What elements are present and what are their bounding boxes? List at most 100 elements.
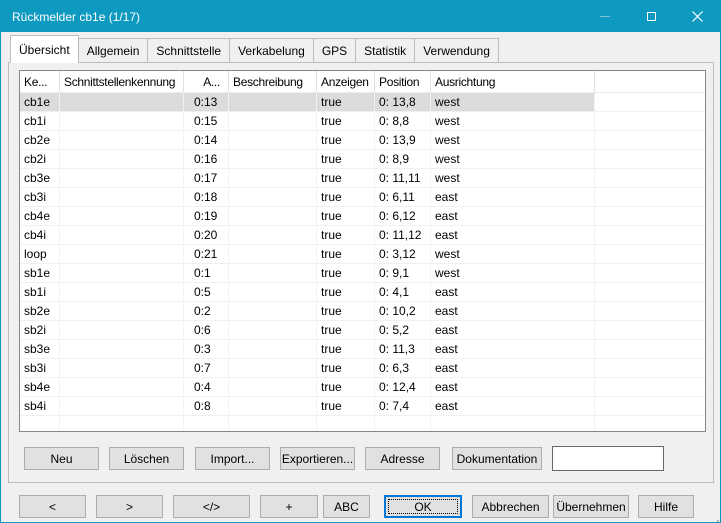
cell-description <box>229 359 317 377</box>
ok-button[interactable]: OK <box>384 495 462 518</box>
cell-interface <box>60 245 184 263</box>
table-row[interactable]: cb2i0:16true0: 8,9west <box>20 150 705 169</box>
table-row[interactable]: sb2e0:2true0: 10,2east <box>20 302 705 321</box>
tab-label: Statistik <box>364 44 406 58</box>
cell-address: 0:14 <box>184 131 229 149</box>
loeschen-button[interactable]: Löschen <box>109 447 184 470</box>
next-button[interactable]: > <box>96 495 163 518</box>
tab-uebersicht[interactable]: Übersicht <box>10 35 79 63</box>
tab-verwendung[interactable]: Verwendung <box>414 38 499 63</box>
cell-position <box>375 416 431 432</box>
tab-allgemein[interactable]: Allgemein <box>78 38 149 63</box>
cell-name: sb2e <box>20 302 60 320</box>
dokumentation-button[interactable]: Dokumentation <box>452 447 542 470</box>
table-row-empty <box>20 416 705 432</box>
cell-address: 0:13 <box>184 93 229 111</box>
table-row[interactable]: cb4e0:19true0: 6,12east <box>20 207 705 226</box>
cell-name: sb1i <box>20 283 60 301</box>
table-row[interactable]: sb1i0:5true0: 4,1east <box>20 283 705 302</box>
table-row[interactable]: sb3i0:7true0: 6,3east <box>20 359 705 378</box>
column-header-description[interactable]: Beschreibung <box>229 71 317 92</box>
cell-show: true <box>317 321 375 339</box>
cell-interface <box>60 321 184 339</box>
tab-schnittstelle[interactable]: Schnittstelle <box>147 38 230 63</box>
table-row[interactable]: sb3e0:3true0: 11,3east <box>20 340 705 359</box>
cell-position: 0: 6,12 <box>375 207 431 225</box>
close-button[interactable] <box>674 1 720 32</box>
table-row[interactable]: sb4e0:4true0: 12,4east <box>20 378 705 397</box>
cell-position: 0: 4,1 <box>375 283 431 301</box>
column-header-orientation[interactable]: Ausrichtung <box>431 71 595 92</box>
cell-address: 0:16 <box>184 150 229 168</box>
cell-filler <box>595 93 705 111</box>
tab-gps[interactable]: GPS <box>313 38 356 63</box>
maximize-button[interactable] <box>628 1 674 32</box>
adresse-button[interactable]: Adresse <box>365 447 440 470</box>
xml-code-button[interactable]: </> <box>173 495 250 518</box>
cell-orientation: east <box>431 397 595 415</box>
import-button[interactable]: Import... <box>195 447 270 470</box>
cell-show: true <box>317 169 375 187</box>
cell-interface <box>60 416 184 432</box>
cell-interface <box>60 340 184 358</box>
column-header-name[interactable]: Ke... <box>20 71 60 92</box>
table-row[interactable]: cb3e0:17true0: 11,11west <box>20 169 705 188</box>
cell-orientation: west <box>431 131 595 149</box>
table-row[interactable]: cb2e0:14true0: 13,9west <box>20 131 705 150</box>
cell-address: 0:8 <box>184 397 229 415</box>
table-row[interactable]: sb1e0:1true0: 9,1west <box>20 264 705 283</box>
tab-label: Schnittstelle <box>156 44 221 58</box>
cell-address: 0:18 <box>184 188 229 206</box>
cell-filler <box>595 397 705 415</box>
cell-name: cb2i <box>20 150 60 168</box>
cell-orientation: east <box>431 188 595 206</box>
table-row[interactable]: cb4i0:20true0: 11,12east <box>20 226 705 245</box>
cell-interface <box>60 93 184 111</box>
cell-interface <box>60 359 184 377</box>
cell-name: sb4i <box>20 397 60 415</box>
cell-interface <box>60 207 184 225</box>
exportieren-button[interactable]: Exportieren... <box>280 447 355 470</box>
cell-filler <box>595 264 705 282</box>
maximize-icon <box>647 12 656 21</box>
cell-name: cb3i <box>20 188 60 206</box>
cell-show: true <box>317 302 375 320</box>
cell-description <box>229 378 317 396</box>
abbrechen-button[interactable]: Abbrechen <box>472 495 549 518</box>
column-header-position[interactable]: Position <box>375 71 431 92</box>
resize-grip-icon[interactable] <box>713 516 715 518</box>
table-row[interactable]: loop0:21true0: 3,12west <box>20 245 705 264</box>
cell-show: true <box>317 378 375 396</box>
cell-interface <box>60 283 184 301</box>
cell-address: 0:19 <box>184 207 229 225</box>
tab-verkabelung[interactable]: Verkabelung <box>229 38 314 63</box>
plus-button[interactable]: + <box>260 495 318 518</box>
cell-position: 0: 6,11 <box>375 188 431 206</box>
cell-position: 0: 8,8 <box>375 112 431 130</box>
cell-name: sb3i <box>20 359 60 377</box>
column-header-show[interactable]: Anzeigen <box>317 71 375 92</box>
dokumentation-input[interactable] <box>552 446 664 471</box>
cell-description <box>229 321 317 339</box>
table-row[interactable]: cb1e0:13true0: 13,8west <box>20 93 705 112</box>
table-row[interactable]: sb2i0:6true0: 5,2east <box>20 321 705 340</box>
tab-statistik[interactable]: Statistik <box>355 38 415 63</box>
abc-button[interactable]: ABC <box>323 495 370 518</box>
cell-orientation: east <box>431 340 595 358</box>
column-header-interface[interactable]: Schnittstellenkennung <box>60 71 184 92</box>
table-row[interactable]: cb3i 0:18 true0: 6,11east <box>20 188 705 207</box>
cell-orientation: west <box>431 169 595 187</box>
uebernehmen-button[interactable]: Übernehmen <box>553 495 629 518</box>
table-row[interactable]: sb4i0:8true0: 7,4east <box>20 397 705 416</box>
hilfe-button[interactable]: Hilfe <box>638 495 694 518</box>
close-icon <box>692 11 703 22</box>
neu-button[interactable]: Neu <box>24 447 99 470</box>
previous-button[interactable]: < <box>19 495 86 518</box>
tab-page: Ke... Schnittstellenkennung A... Beschre… <box>8 62 714 483</box>
column-header-address[interactable]: A... <box>184 71 229 92</box>
cell-interface <box>60 378 184 396</box>
cell-show: true <box>317 188 375 206</box>
minimize-button[interactable] <box>582 1 628 32</box>
cell-orientation: east <box>431 302 595 320</box>
table-row[interactable]: cb1i0:15true0: 8,8west <box>20 112 705 131</box>
